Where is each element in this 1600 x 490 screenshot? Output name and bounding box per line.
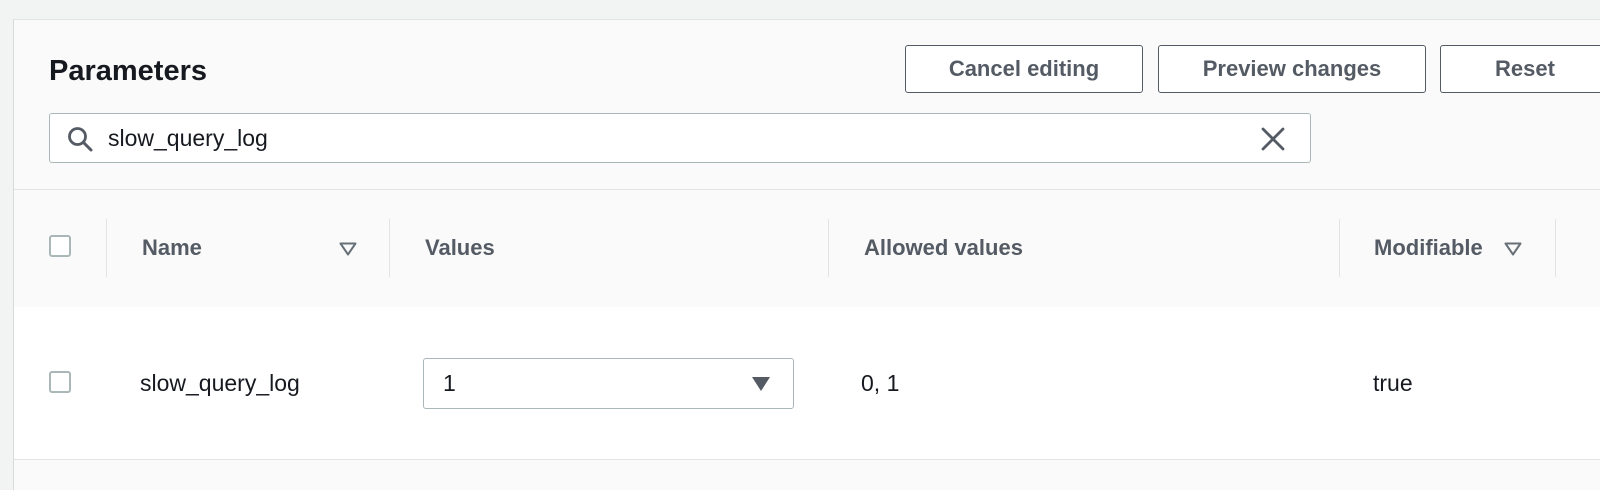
column-divider xyxy=(389,219,390,277)
column-header-values: Values xyxy=(425,235,495,260)
caret-down-icon xyxy=(752,377,770,391)
column-divider xyxy=(1339,219,1340,277)
preview-changes-button[interactable]: Preview changes xyxy=(1158,45,1426,93)
sort-icon[interactable] xyxy=(339,242,357,256)
panel-title: Parameters xyxy=(49,55,207,87)
allowed-values-cell: 0, 1 xyxy=(861,370,900,396)
parameter-search-box[interactable] xyxy=(49,113,1311,163)
table-header-row: Name Values Allowed values Modifiable xyxy=(14,189,1600,308)
search-input[interactable] xyxy=(108,122,1208,154)
table-row: slow_query_log 1 0, 1 true xyxy=(14,307,1600,460)
column-header-name[interactable]: Name xyxy=(142,235,202,261)
parameter-name: slow_query_log xyxy=(140,370,300,396)
column-divider xyxy=(1555,219,1556,277)
parameters-panel: Parameters Cancel editing Preview change… xyxy=(13,19,1600,490)
select-all-checkbox[interactable] xyxy=(49,235,71,257)
row-checkbox[interactable] xyxy=(49,371,71,393)
column-header-allowed-values: Allowed values xyxy=(864,235,1023,260)
cancel-editing-button[interactable]: Cancel editing xyxy=(905,45,1143,93)
column-divider xyxy=(106,219,107,277)
reset-button[interactable]: Reset xyxy=(1440,45,1600,93)
selected-value: 1 xyxy=(443,370,456,396)
column-header-modifiable[interactable]: Modifiable xyxy=(1374,235,1483,261)
search-icon xyxy=(68,127,93,152)
close-icon[interactable] xyxy=(1259,125,1287,153)
value-select[interactable]: 1 xyxy=(423,358,794,409)
column-divider xyxy=(828,219,829,277)
modifiable-cell: true xyxy=(1373,370,1413,396)
sort-icon[interactable] xyxy=(1504,242,1522,256)
